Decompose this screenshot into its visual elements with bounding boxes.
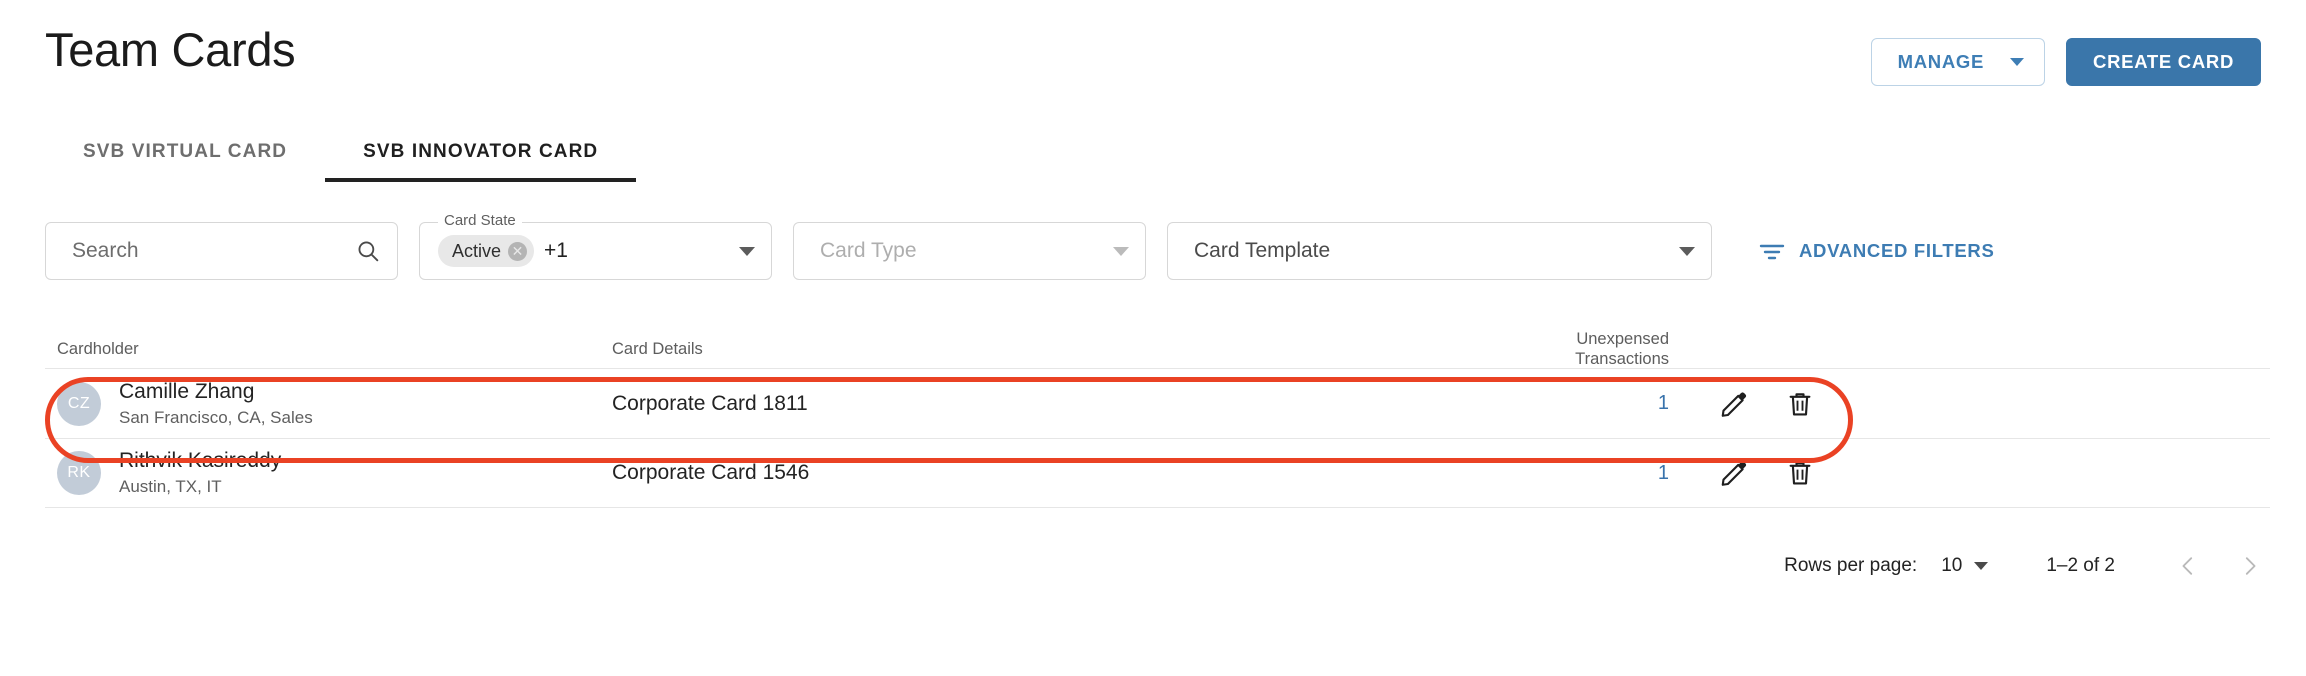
create-card-button[interactable]: CREATE CARD — [2066, 38, 2261, 86]
chip-label: Active — [452, 241, 502, 261]
unexpensed-count-link[interactable]: 1 — [1658, 392, 1669, 414]
cell-row-actions — [1677, 389, 1877, 419]
chevron-down-icon — [2010, 58, 2025, 66]
trash-icon[interactable] — [1785, 389, 1815, 419]
advanced-filters-label: ADVANCED FILTERS — [1799, 240, 1995, 261]
page-header: Team Cards MANAGE CREATE CARD — [0, 0, 2306, 118]
column-header-cardholder: Cardholder — [57, 340, 139, 358]
card-type-placeholder: Card Type — [820, 239, 917, 262]
cell-card-details: Corporate Card 1546 — [612, 461, 810, 484]
card-template-select[interactable]: Card Template — [1167, 222, 1712, 280]
search-placeholder: Search — [72, 239, 139, 262]
tab-label: SVB VIRTUAL CARD — [83, 141, 288, 162]
unexpensed-count-link[interactable]: 1 — [1658, 462, 1669, 484]
trash-icon[interactable] — [1785, 458, 1815, 488]
avatar: RK — [57, 451, 101, 495]
column-header-unexpensed-transactions: Unexpensed Transactions — [1575, 330, 1669, 368]
chevron-down-icon[interactable] — [1974, 562, 1989, 570]
pencil-icon[interactable] — [1719, 458, 1749, 488]
chevron-left-icon[interactable] — [2177, 555, 2199, 577]
column-header-card-details: Card Details — [612, 340, 703, 358]
manage-button[interactable]: MANAGE — [1870, 38, 2046, 86]
tab-label: SVB INNOVATOR CARD — [363, 141, 599, 162]
cell-cardholder: RK Rithvik Kasireddy Austin, TX, IT — [57, 448, 612, 498]
avatar-initials: CZ — [67, 394, 91, 412]
card-state-overflow-count: +1 — [544, 239, 568, 262]
page-title: Team Cards — [45, 23, 296, 76]
chevron-down-icon[interactable] — [1679, 246, 1695, 256]
tab-svb-innovator-card[interactable]: SVB INNOVATOR CARD — [325, 140, 637, 182]
cardholder-subtitle: Austin, TX, IT — [119, 477, 222, 496]
chevron-right-icon[interactable] — [2239, 555, 2261, 577]
cell-unexpensed-transactions: 1 — [1497, 392, 1677, 415]
advanced-filters-button[interactable]: ADVANCED FILTERS — [1759, 240, 1995, 262]
table-header-row: Cardholder Card Details Unexpensed Trans… — [45, 330, 2270, 368]
chevron-down-icon[interactable] — [1113, 246, 1129, 256]
cell-cardholder: CZ Camille Zhang San Francisco, CA, Sale… — [57, 379, 612, 429]
chevron-down-icon[interactable] — [739, 246, 755, 256]
cell-card-details: Corporate Card 1811 — [612, 391, 808, 415]
search-icon[interactable] — [355, 238, 381, 264]
avatar: CZ — [57, 381, 101, 426]
header-actions: MANAGE CREATE CARD — [1870, 38, 2261, 86]
cell-row-actions — [1677, 458, 1877, 488]
search-input[interactable]: Search — [45, 222, 398, 280]
table-row[interactable]: CZ Camille Zhang San Francisco, CA, Sale… — [45, 368, 2270, 438]
manage-button-label: MANAGE — [1897, 51, 1985, 72]
filter-bar: Search Card State Active ✕ +1 Card Type … — [45, 212, 2261, 280]
rows-per-page-label: Rows per page: — [1784, 555, 1918, 576]
rows-per-page-value[interactable]: 10 — [1941, 554, 1962, 578]
cardholder-name: Rithvik Kasireddy — [119, 449, 282, 472]
create-card-button-label: CREATE CARD — [2093, 51, 2234, 72]
card-state-chip-active[interactable]: Active ✕ — [438, 235, 535, 267]
avatar-initials: RK — [67, 464, 91, 481]
pagination-range: 1–2 of 2 — [2046, 555, 2115, 576]
filter-list-icon — [1759, 244, 1785, 260]
cardholder-name: Camille Zhang — [119, 379, 255, 403]
cardholder-info: Camille Zhang San Francisco, CA, Sales — [119, 379, 313, 429]
tab-bar: SVB VIRTUAL CARD SVB INNOVATOR CARD — [45, 140, 637, 182]
cardholder-subtitle: San Francisco, CA, Sales — [119, 407, 313, 427]
card-type-select[interactable]: Card Type — [793, 222, 1146, 280]
cards-table: Cardholder Card Details Unexpensed Trans… — [45, 330, 2270, 508]
close-circle-icon[interactable]: ✕ — [508, 241, 528, 261]
card-state-select[interactable]: Card State Active ✕ +1 — [419, 212, 772, 280]
cardholder-info: Rithvik Kasireddy Austin, TX, IT — [119, 448, 281, 498]
pagination: Rows per page: 10 1–2 of 2 — [1784, 548, 2261, 584]
tab-svb-virtual-card[interactable]: SVB VIRTUAL CARD — [45, 140, 325, 182]
card-state-legend: Card State — [438, 212, 522, 230]
card-template-placeholder: Card Template — [1194, 239, 1331, 262]
cell-unexpensed-transactions: 1 — [1497, 462, 1677, 485]
pencil-icon[interactable] — [1719, 389, 1749, 419]
table-row[interactable]: RK Rithvik Kasireddy Austin, TX, IT Corp… — [45, 438, 2270, 508]
